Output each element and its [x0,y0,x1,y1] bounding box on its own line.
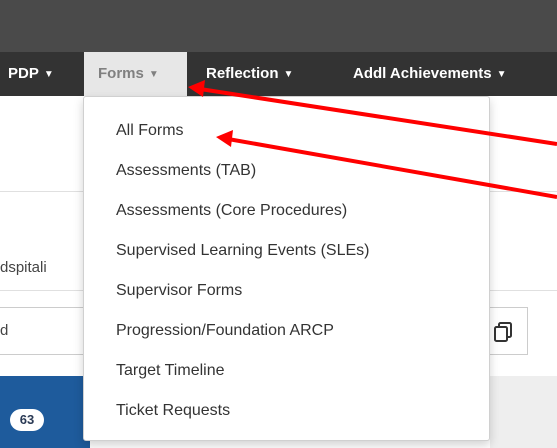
top-header-bar [0,0,557,52]
nav-forms-label: Forms [98,65,144,82]
caret-down-icon: ▼ [283,69,294,80]
menu-item-assessments-tab[interactable]: Assessments (TAB) [116,161,256,181]
copy-icon[interactable] [491,319,517,345]
count-badge: 63 [10,409,44,431]
nav-pdp[interactable]: PDP ▼ [8,52,54,96]
caret-down-icon: ▼ [43,69,54,80]
stats-panel-secondary [490,376,557,448]
menu-item-assessments-core-procedures[interactable]: Assessments (Core Procedures) [116,201,347,221]
menu-item-target-timeline[interactable]: Target Timeline [116,361,225,381]
forms-dropdown-menu: All Forms Assessments (TAB) Assessments … [83,96,490,441]
caret-down-icon: ▼ [496,69,507,80]
nav-addl-achievements[interactable]: Addl Achievements ▼ [353,52,507,96]
menu-item-all-forms[interactable]: All Forms [116,121,184,141]
nav-reflection-label: Reflection [206,65,279,82]
nav-forms[interactable]: Forms ▼ [84,52,187,96]
main-navbar: PDP ▼ Forms ▼ Reflection ▼ Addl Achievement… [0,52,557,96]
nav-pdp-label: PDP [8,65,39,82]
nav-reflection[interactable]: Reflection ▼ [206,52,293,96]
menu-item-progression-arcp[interactable]: Progression/Foundation ARCP [116,321,334,341]
menu-item-supervisor-forms[interactable]: Supervisor Forms [116,281,242,301]
text-field-value: d [0,322,9,339]
nav-addl-achievements-label: Addl Achievements [353,65,492,82]
menu-item-ticket-requests[interactable]: Ticket Requests [116,401,230,421]
caret-down-icon: ▼ [148,69,159,80]
menu-item-slEs[interactable]: Supervised Learning Events (SLEs) [116,241,369,261]
hospital-name-text: dspitali [0,259,47,276]
